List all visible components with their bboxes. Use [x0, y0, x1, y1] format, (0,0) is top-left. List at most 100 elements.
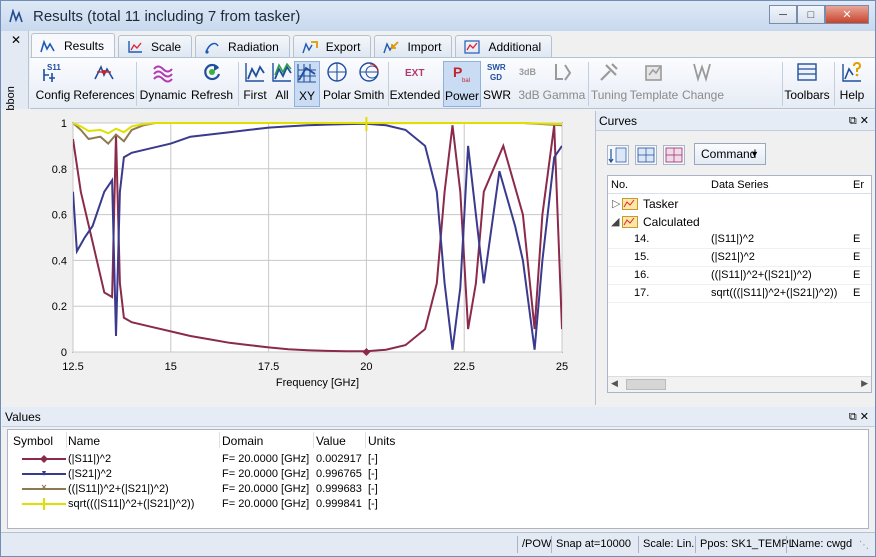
all-button[interactable]: All	[270, 61, 294, 107]
extended-button[interactable]: EXT Extended	[389, 61, 441, 107]
curve-row[interactable]: 14. (|S11|)^2 E	[608, 231, 871, 249]
value-units: [-]	[368, 453, 378, 465]
tree-group-label: Tasker	[643, 197, 679, 211]
value-domain: F= 20.0000 [GHz]	[222, 483, 310, 495]
tab-results[interactable]: Results	[31, 33, 116, 57]
s-matrix-color-button[interactable]	[663, 145, 685, 165]
tree-group-calculated[interactable]: ◢ Calculated	[608, 213, 871, 231]
column-symbol[interactable]: Symbol	[13, 434, 53, 448]
value-row[interactable]: (|S21|)^2 F= 20.0000 [GHz] 0.996765 [-]	[8, 467, 868, 482]
tab-export-label: Export	[325, 39, 361, 54]
curve-row[interactable]: 17. sqrt(((|S11|)^2+(|S21|)^2)) E	[608, 285, 871, 303]
maximize-icon: □	[807, 8, 815, 21]
value-name: ((|S11|)^2+(|S21|)^2)	[68, 483, 169, 495]
maximize-button[interactable]: □	[797, 5, 825, 24]
help-button[interactable]: Help	[836, 61, 868, 107]
window-controls: ─ □ ✕	[769, 5, 869, 24]
column-data-series[interactable]: Data Series	[711, 179, 768, 191]
minimize-button[interactable]: ─	[769, 5, 797, 24]
float-panel-icon[interactable]: ⧉	[849, 115, 857, 127]
3db-button[interactable]: 3dB 3dB	[514, 61, 544, 107]
plot-area	[72, 122, 563, 353]
tab-export[interactable]: Export	[292, 35, 372, 57]
svg-text:P: P	[453, 64, 462, 80]
status-bar: /POW Snap at=10000 Scale: Lin. Ppos: SK1…	[1, 532, 875, 556]
tab-radiation[interactable]: Radiation	[195, 35, 290, 57]
scroll-left-icon[interactable]: ◀	[611, 378, 618, 389]
column-domain[interactable]: Domain	[222, 434, 263, 448]
x-tick-label: 20	[360, 361, 372, 373]
scale-tab-icon	[128, 40, 143, 53]
scroll-right-icon[interactable]: ▶	[861, 378, 868, 389]
column-value[interactable]: Value	[316, 434, 346, 448]
horizontal-scrollbar[interactable]: ◀ ▶	[608, 376, 871, 392]
close-panel-icon[interactable]: ✕	[860, 115, 869, 127]
close-panel-icon[interactable]: ✕	[860, 411, 869, 423]
toolbars-button[interactable]: Toolbars	[784, 61, 830, 107]
template-label: Template	[629, 88, 679, 102]
value-row[interactable]: sqrt(((|S11|)^2+(|S21|)^2)) F= 20.0000 […	[8, 497, 868, 512]
config-button[interactable]: S11 Config	[36, 61, 71, 107]
smith-button[interactable]: Smith	[352, 61, 386, 107]
tab-radiation-label: Radiation	[228, 39, 279, 54]
polar-icon	[327, 62, 347, 82]
column-name[interactable]: Name	[68, 434, 100, 448]
power-button[interactable]: Pbal Power	[443, 61, 481, 107]
3db-icon: 3dB	[519, 67, 537, 77]
close-ribbon-icon[interactable]: ✕	[11, 33, 21, 47]
column-units[interactable]: Units	[368, 434, 395, 448]
scroll-thumb[interactable]	[626, 379, 666, 390]
values-table[interactable]: Symbol Name Domain Value Units (|S11|)^2…	[7, 429, 869, 529]
dynamic-button[interactable]: Dynamic	[140, 61, 186, 107]
3db-label: 3dB	[518, 88, 540, 102]
power-balance-icon: Pbal	[453, 64, 470, 84]
float-panel-icon[interactable]: ⧉	[849, 411, 857, 423]
values-panel: Values ⧉ ✕ Symbol Name Domain Value Unit…	[2, 407, 875, 531]
curve-row[interactable]: 16. ((|S11|)^2+(|S21|)^2) E	[608, 267, 871, 285]
x-tick-label: 12.5	[62, 361, 83, 373]
close-button[interactable]: ✕	[825, 5, 869, 24]
first-curve-icon	[245, 63, 265, 82]
xy-plot[interactable]: 12.5 15 17.5 20 22.5 25 0 0.2 0.4 0.6 0.8 1 Frequenc…	[2, 111, 593, 405]
svg-text:EXT: EXT	[405, 68, 424, 79]
curves-panel: Curves ⧉ ✕ Command ▼ No. Data Series Er …	[595, 111, 875, 405]
value-row[interactable]: ((|S11|)^2+(|S21|)^2) F= 20.0000 [GHz] 0…	[8, 482, 868, 497]
expand-icon[interactable]: ▷	[612, 197, 620, 210]
y-tick-label: 0.4	[52, 255, 67, 267]
command-dropdown[interactable]: Command ▼	[694, 143, 766, 165]
column-no[interactable]: No.	[611, 179, 628, 191]
ribbon-tabs: Results Scale Radiation Export Import Ad…	[31, 33, 555, 57]
change-label: Change	[681, 88, 725, 102]
curve-extra: E	[853, 233, 861, 245]
curve-row[interactable]: 15. (|S21|)^2 E	[608, 249, 871, 267]
tab-import[interactable]: Import	[374, 35, 453, 57]
s-matrix-button[interactable]	[635, 145, 657, 165]
polar-button[interactable]: Polar	[322, 61, 352, 107]
tab-scale[interactable]: Scale	[118, 35, 193, 57]
value-row[interactable]: (|S11|)^2 F= 20.0000 [GHz] 0.002917 [-]	[8, 452, 868, 467]
refresh-button[interactable]: Refresh	[190, 61, 234, 107]
collapse-icon[interactable]: ◢	[611, 215, 619, 228]
gamma-button[interactable]: Gamma	[543, 61, 585, 107]
column-er[interactable]: Er	[853, 179, 864, 191]
title-bar[interactable]: Results (total 11 including 7 from taske…	[1, 1, 875, 31]
dynamic-label: Dynamic	[139, 88, 187, 102]
tree-group-tasker[interactable]: ▷ Tasker	[608, 195, 871, 213]
template-button[interactable]: Template	[630, 61, 678, 107]
extended-label: Extended	[389, 88, 441, 102]
swr-button[interactable]: SWR GD SWR	[482, 61, 512, 107]
xy-grid-icon	[297, 64, 316, 83]
s11-s21-button[interactable]	[607, 145, 629, 165]
tab-additional[interactable]: Additional	[455, 35, 553, 57]
references-button[interactable]: References	[73, 61, 135, 107]
first-button[interactable]: First	[242, 61, 268, 107]
resize-grip-icon[interactable]: ⋱	[859, 540, 869, 551]
xy-button[interactable]: XY	[294, 61, 320, 107]
curves-tree[interactable]: No. Data Series Er ▷ Tasker ◢ Calculated…	[607, 175, 872, 393]
curve-extra: E	[853, 269, 861, 281]
change-button[interactable]: Change	[680, 61, 726, 107]
all-curves-icon	[272, 62, 292, 82]
plot-pane[interactable]: 12.5 15 17.5 20 22.5 25 0 0.2 0.4 0.6 0.8 1 Frequenc…	[2, 111, 593, 405]
toolbar-separator	[238, 62, 239, 106]
tuning-button[interactable]: Tuning	[590, 61, 628, 107]
